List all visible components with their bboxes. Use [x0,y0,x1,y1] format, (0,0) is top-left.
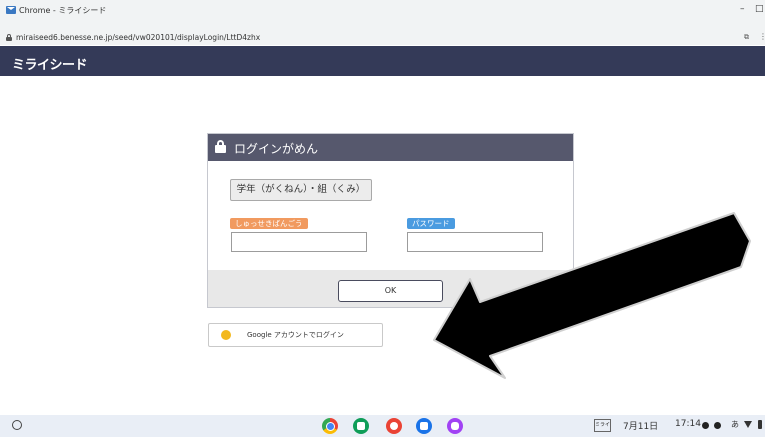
files-icon[interactable] [416,418,432,434]
attendance-number-label: しゅっせきばんごう [230,218,308,229]
attendance-number-input[interactable] [231,232,367,252]
address-bar: miraiseed6.benesse.ne.jp/seed/vw020101/d… [0,32,765,45]
login-panel-footer: OK [208,270,573,307]
password-label: パスワード [407,218,455,229]
browser-titlebar: Chrome - ミライシード – □ [0,0,765,32]
puzzle-icon[interactable]: ⧉ [744,33,749,42]
grade-class-button[interactable]: 学年（がくねん）・組（くみ） [230,179,372,201]
login-title: ログインがめん [234,142,319,156]
ime-mode-indicator[interactable]: あ [731,419,739,430]
status-icon[interactable] [714,422,721,429]
gmail-favicon-icon [6,6,16,14]
messages-icon[interactable] [447,418,463,434]
app-header: ミライシード [0,46,765,76]
screen: Chrome - ミライシード – □ miraiseed6.benesse.n… [0,0,765,437]
ok-button[interactable]: OK [338,280,443,302]
status-icon[interactable] [702,422,709,429]
launcher-icon[interactable] [12,420,22,430]
menu-icon[interactable]: ⋮ [759,32,765,41]
date-display[interactable]: 7月11日 [623,419,658,432]
google-icon [221,330,231,340]
google-login-label: Google アカウントでログイン [247,331,344,339]
taskbar: ミライ 7月11日 17:14 あ [0,415,765,437]
chrome-icon[interactable] [322,418,338,434]
cast-icon[interactable] [386,418,402,434]
url-text[interactable]: miraiseed6.benesse.ne.jp/seed/vw020101/d… [16,33,260,42]
lock-icon [215,140,226,153]
time-display[interactable]: 17:14 [675,419,701,429]
app-logo: ミライシード [12,58,88,73]
meet-icon[interactable] [353,418,369,434]
password-input[interactable] [407,232,543,252]
tab-title[interactable]: Chrome - ミライシード [19,5,106,16]
minimize-button[interactable]: – [740,3,745,15]
miraiseed-app-icon[interactable]: ミライ [594,419,611,432]
lock-icon[interactable] [6,34,12,41]
maximize-button[interactable]: □ [755,3,764,15]
login-panel: ログインがめん 学年（がくねん）・組（くみ） しゅっせきばんごう パスワード O… [207,133,574,308]
wifi-icon[interactable] [744,421,752,428]
google-login-button[interactable]: Google アカウントでログイン [208,323,383,347]
battery-icon[interactable] [758,420,762,429]
login-panel-header: ログインがめん [208,134,573,161]
